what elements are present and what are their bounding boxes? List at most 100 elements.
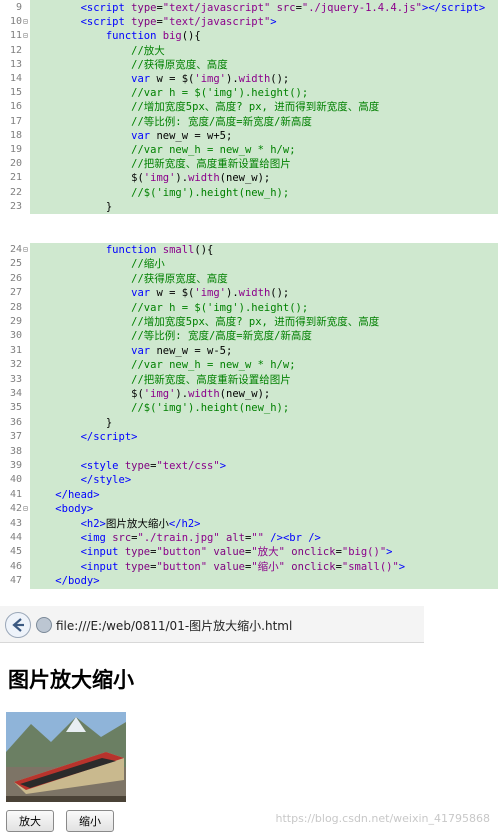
line-number: 21 (9, 172, 22, 184)
code-line: 25 //缩小 (0, 257, 498, 271)
line-number: 41 (9, 488, 22, 500)
code-text: //获得原宽度、高度 (131, 272, 228, 285)
code-text: <input type="button" value="缩小" onclick=… (80, 560, 406, 573)
fold-toggle-icon[interactable]: ⊟ (23, 15, 28, 29)
code-line: 16 //增加宽度5px、高度? px, 进而得到新宽度、高度 (0, 100, 498, 114)
code-line: 46 <input type="button" value="缩小" oncli… (0, 560, 498, 574)
fold-toggle-icon[interactable]: ⊟ (23, 243, 28, 257)
code-line: 42 ⊟ <body> (0, 502, 498, 516)
line-number: 23 (9, 200, 22, 212)
code-line: 11 ⊟ function big(){ (0, 29, 498, 43)
enlarge-button[interactable]: 放大 (6, 810, 54, 832)
code-line: 36 } (0, 416, 498, 430)
line-number: 45 (9, 546, 22, 558)
line-number: 35 (9, 402, 22, 414)
code-line: 30 //等比例: 宽度/高度=新宽度/新高度 (0, 329, 498, 343)
line-number: 28 (9, 301, 22, 313)
code-text: //$('img').height(new_h); (131, 402, 290, 415)
line-number: 37 (9, 431, 22, 443)
code-text: <img src="./train.jpg" alt="" /><br /> (80, 532, 321, 544)
line-number: 30 (9, 330, 22, 342)
code-line: 26 //获得原宽度、高度 (0, 272, 498, 286)
line-number: 39 (9, 460, 22, 471)
code-line: 38 (0, 445, 498, 459)
line-number: 27 (9, 287, 22, 299)
code-text: var new_w = w+5; (131, 129, 233, 142)
code-line: 20 //把新宽度、高度重新设置给图片 (0, 157, 498, 171)
code-text: var w = $('img').width(); (131, 73, 290, 85)
line-number: 43 (9, 517, 22, 529)
code-line: 34 $('img').width(new_w); (0, 387, 498, 401)
code-line: 40 </style> (0, 473, 498, 487)
shrink-button[interactable]: 缩小 (66, 810, 114, 832)
browser-window: file:///E:/web/0811/01-图片放大缩小.html 图片放大缩… (0, 606, 498, 836)
page-heading: 图片放大缩小 (8, 667, 134, 692)
code-line: 17 //等比例: 宽度/高度=新宽度/新高度 (0, 115, 498, 129)
line-number: 38 (9, 445, 22, 457)
code-editor-bottom: 24 ⊟ function small(){25 //缩小 26 //获得原宽度、高… (0, 243, 498, 589)
code-line: 27 var w = $('img').width(); (0, 286, 498, 300)
code-line: 19 //var new_h = new_w * h/w; (0, 143, 498, 157)
line-number: 26 (9, 272, 22, 284)
line-number: 47 (9, 575, 22, 587)
url-text[interactable]: file:///E:/web/0811/01-图片放大缩小.html (56, 617, 292, 634)
line-number: 16 (9, 101, 22, 113)
line-number: 22 (9, 186, 22, 198)
line-number: 12 (9, 44, 22, 56)
code-text: <h2>图片放大缩小</h2> (80, 517, 201, 530)
code-text: function small(){ (105, 244, 214, 256)
code-line: 9 <script type="text/javascript" src="./… (0, 1, 498, 15)
code-text: </body> (55, 575, 100, 588)
line-number: 33 (9, 373, 22, 385)
code-text: </script> (80, 431, 138, 444)
code-text: </style> (80, 474, 132, 487)
code-text: //var new_h = new_w * h/w; (131, 144, 296, 156)
train-image (6, 712, 126, 802)
address-bar[interactable]: file:///E:/web/0811/01-图片放大缩小.html (0, 606, 424, 643)
line-number: 42 (9, 503, 22, 515)
code-line: 45 <input type="button" value="放大" oncli… (0, 545, 498, 559)
line-number: 29 (9, 316, 22, 327)
fold-toggle-icon[interactable]: ⊟ (23, 29, 28, 43)
line-number: 10 (9, 16, 22, 28)
fold-toggle-icon[interactable]: ⊟ (23, 502, 28, 516)
line-number: 44 (9, 532, 22, 543)
line-number: 46 (9, 560, 22, 572)
line-number: 13 (9, 58, 22, 70)
line-number: 19 (9, 144, 22, 155)
code-line: 44 <img src="./train.jpg" alt="" /><br /… (0, 531, 498, 545)
line-number: 24 (9, 244, 22, 255)
code-text: function big(){ (105, 30, 201, 43)
line-number: 9 (15, 2, 22, 13)
code-line: 12 //放大 (0, 44, 498, 58)
line-number: 25 (9, 258, 22, 270)
code-line: 14 var w = $('img').width(); (0, 72, 498, 86)
code-text: <style type="text/css"> (80, 460, 227, 472)
code-text: //$('img').height(new_h); (131, 186, 290, 199)
back-arrow-icon[interactable] (5, 612, 31, 638)
code-text: <body> (55, 503, 94, 516)
code-text: <script type="text/javascript" src="./jq… (80, 2, 486, 14)
line-number: 20 (9, 158, 22, 170)
line-number: 32 (9, 359, 22, 371)
code-text: //等比例: 宽度/高度=新宽度/新高度 (131, 330, 312, 343)
line-number: 40 (9, 474, 22, 486)
code-line: 21 $('img').width(new_w); (0, 171, 498, 185)
line-number: 14 (9, 73, 22, 84)
code-line: 28 //var h = $('img').height(); (0, 301, 498, 315)
code-text: //var h = $('img').height(); (131, 87, 309, 100)
code-line: 10 ⊟ <script type="text/javascript"> (0, 15, 498, 29)
code-line: 35 //$('img').height(new_h); (0, 401, 498, 415)
line-number: 17 (9, 115, 22, 127)
code-line: 33 //把新宽度、高度重新设置给图片 (0, 373, 498, 387)
code-line: 24 ⊟ function small(){ (0, 243, 498, 257)
code-editor-top: 9 <script type="text/javascript" src="./… (0, 0, 498, 214)
line-number: 34 (9, 388, 22, 399)
line-number: 36 (9, 416, 22, 428)
code-line: 18 var new_w = w+5; (0, 129, 498, 143)
code-line: 39 <style type="text/css"> (0, 459, 498, 473)
line-number: 11 (9, 30, 22, 42)
code-line: 23 } (0, 200, 498, 214)
page-globe-icon (36, 617, 52, 633)
code-line: 37 </script> (0, 430, 498, 444)
